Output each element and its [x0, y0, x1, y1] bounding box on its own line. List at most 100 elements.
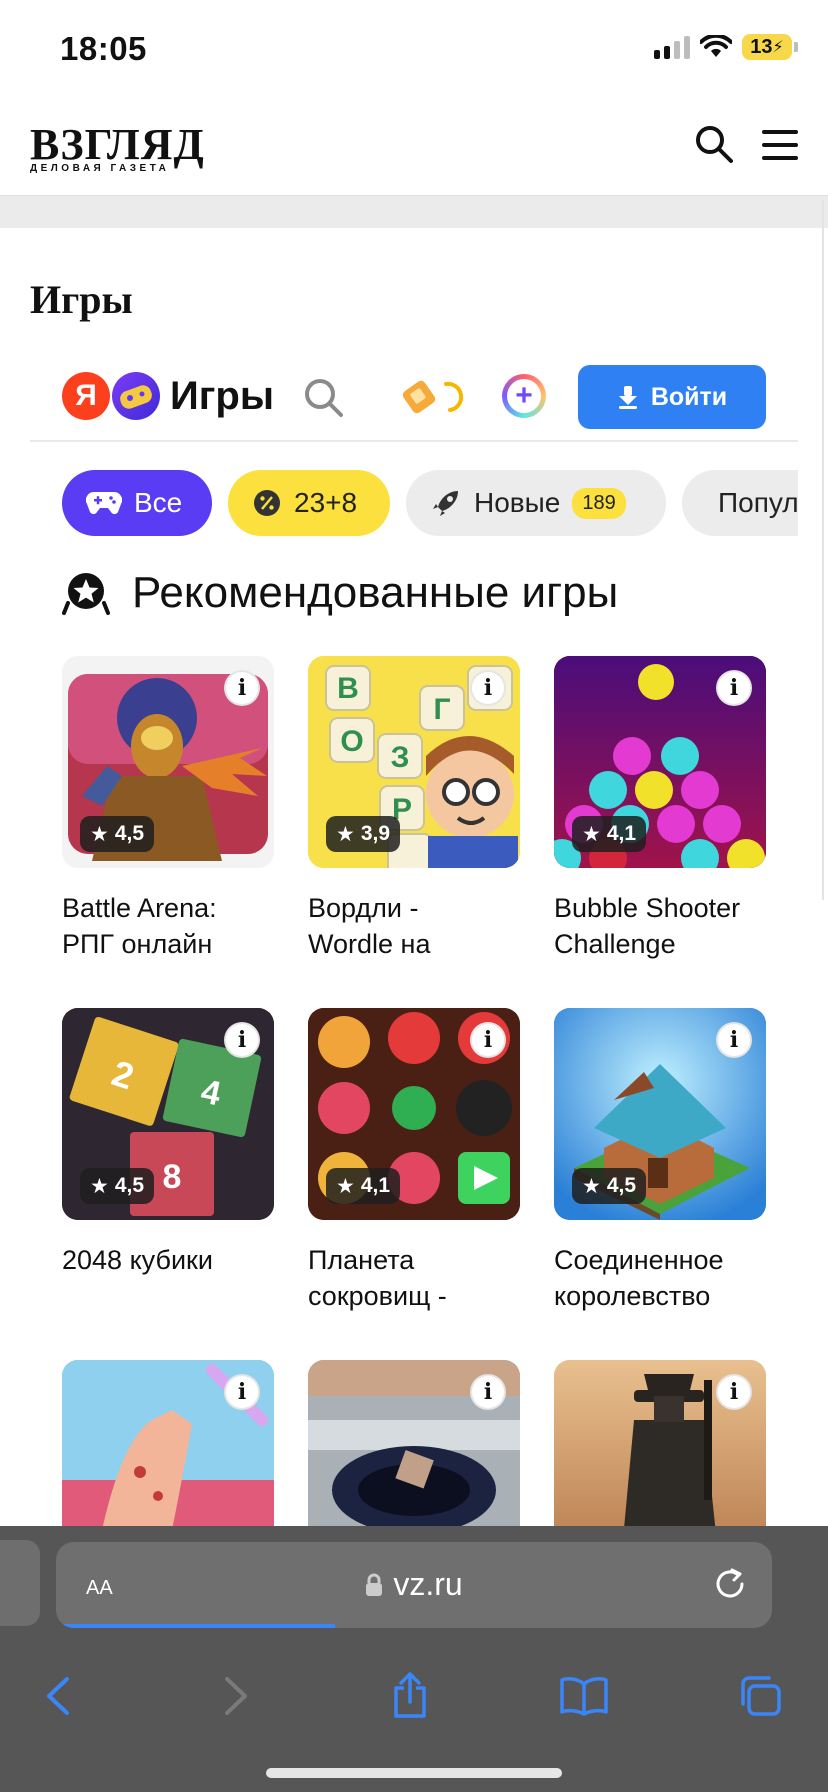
game-card[interactable]: i ★ 4,1 Планета сокровищ - [308, 1008, 520, 1314]
game-thumbnail[interactable]: ВОЗРГИ i ★3,9 [308, 656, 520, 868]
download-icon [618, 386, 637, 409]
wifi-icon [700, 35, 732, 57]
star-icon: ★ [336, 1174, 355, 1198]
game-thumbnail[interactable]: 2 4 8 i ★ 4,5 [62, 1008, 274, 1220]
chip-popular[interactable]: Популярные [682, 470, 798, 536]
yandex-plus-icon[interactable]: + [502, 374, 546, 418]
rating-badge: ★ 4,5 [572, 1168, 647, 1204]
info-icon[interactable]: i [224, 1374, 260, 1410]
yandex-games-gamepad-icon[interactable] [112, 372, 160, 420]
share-icon [394, 1672, 426, 1718]
star-badge-icon [62, 573, 110, 615]
yandex-games-brand[interactable]: Игры [170, 374, 274, 419]
url-text: vz.ru [393, 1566, 463, 1602]
plus-glyph: + [507, 379, 541, 413]
game-thumbnail[interactable]: i ★ 4,5 [554, 1008, 766, 1220]
rating-badge: ★ 3,9 [326, 816, 401, 852]
rating-value: 3,9 [360, 822, 391, 845]
chip-all[interactable]: Все [62, 470, 212, 536]
rating-value: 4,5 [114, 822, 145, 845]
site-logo[interactable]: ВЗГЛЯД ДЕЛОВАЯ ГАЗЕТА [30, 120, 205, 175]
browser-toolbar [0, 1666, 828, 1746]
games-search-icon[interactable] [302, 376, 344, 418]
tabs-icon [741, 1676, 781, 1716]
browser-bottom-bar: AA vz.ru [0, 1526, 828, 1792]
game-card[interactable]: ВОЗРГИ i ★3,9 Вордли - Wordle на [308, 656, 520, 962]
game-title[interactable]: 2048 кубики [62, 1242, 274, 1278]
gamepad-icon [86, 491, 122, 515]
svg-text:Г: Г [433, 693, 450, 726]
back-button[interactable] [28, 1666, 88, 1726]
game-thumbnail[interactable]: i ★ 4,5 [62, 656, 274, 868]
info-icon[interactable]: i [224, 670, 260, 706]
lock-icon [366, 1573, 383, 1596]
book-icon [560, 1677, 608, 1716]
header-divider-band [0, 196, 828, 228]
game-card[interactable]: i ★ 4,5 Battle Arena: РПГ онлайн [62, 656, 274, 962]
info-icon[interactable]: i [470, 670, 506, 706]
url-display[interactable]: vz.ru [56, 1566, 772, 1603]
page-title: Игры [30, 277, 133, 322]
rating-badge: ★ 4,5 [80, 1168, 155, 1204]
login-button[interactable]: Войти [578, 365, 766, 429]
new-games-count-badge: 189 [572, 487, 626, 519]
game-title[interactable]: Bubble Shooter Challenge [554, 890, 766, 962]
game-thumbnail[interactable]: i ★ 4,1 [308, 1008, 520, 1220]
section-title: Рекомендованные игры [132, 568, 619, 617]
star-icon: ★ [90, 1174, 109, 1198]
game-card[interactable]: i ★ 4,1 Bubble Shooter Challenge [554, 656, 766, 962]
info-icon[interactable]: i [716, 1022, 752, 1058]
rocket-icon [433, 491, 458, 516]
rating-value: 4,5 [114, 1174, 145, 1197]
game-thumbnail[interactable]: i ★ 4,1 [554, 656, 766, 868]
star-icon: ★ [582, 1174, 601, 1198]
info-icon[interactable]: i [470, 1374, 506, 1410]
rating-value: 4,1 [360, 1174, 391, 1197]
login-label: Войти [650, 382, 728, 411]
hamburger-menu-icon[interactable] [762, 130, 798, 160]
chip-new[interactable]: Новые 189 [406, 470, 666, 536]
chip-discounts[interactable]: 23+8 [228, 470, 390, 536]
status-time: 18:05 [60, 30, 147, 67]
reload-icon[interactable] [710, 1564, 750, 1604]
status-bar: 18:05 13 ⚡ [0, 0, 828, 100]
info-icon[interactable]: i [470, 1022, 506, 1058]
bookmarks-button[interactable] [554, 1666, 614, 1726]
star-icon: ★ [582, 822, 601, 846]
rating-badge: ★ 4,5 [80, 816, 155, 852]
info-icon[interactable]: i [716, 670, 752, 706]
info-icon[interactable]: i [716, 1374, 752, 1410]
recommended-section-header: Рекомендованные игры [62, 568, 618, 618]
cellular-signal-icon [654, 35, 690, 59]
yandex-logo[interactable]: Я [62, 372, 110, 420]
info-icon[interactable]: i [224, 1022, 260, 1058]
category-chips: Все 23+8 Новые 189 Популярные [62, 470, 798, 536]
search-icon[interactable] [694, 124, 734, 164]
game-title[interactable]: Соединенное королевство [554, 1242, 766, 1314]
logo-title: ВЗГЛЯД [30, 120, 205, 169]
rating-value: 4,5 [606, 1174, 637, 1197]
home-indicator [266, 1768, 562, 1778]
battery-level: 13 [750, 35, 773, 58]
game-card[interactable]: i ★ 4,5 Соединенное королевство [554, 1008, 766, 1314]
site-header: ВЗГЛЯД ДЕЛОВАЯ ГАЗЕТА [0, 100, 828, 196]
star-icon: ★ [90, 822, 109, 846]
battery-icon: 13 ⚡ [742, 34, 798, 60]
game-title[interactable]: Battle Arena: РПГ онлайн [62, 890, 274, 962]
page-load-progress [56, 1624, 336, 1628]
forward-button[interactable] [206, 1666, 266, 1726]
discount-badge-icon [254, 490, 280, 516]
previous-tab-preview[interactable] [0, 1540, 40, 1626]
promo-ticket-icon[interactable] [402, 376, 472, 416]
chip-discounts-label: 23+8 [294, 487, 358, 518]
game-card[interactable]: 2 4 8 i ★ 4,5 2048 кубики [62, 1008, 274, 1278]
status-icons: 13 ⚡ [654, 34, 798, 60]
tabs-button[interactable] [730, 1666, 790, 1726]
rating-badge: ★ 4,1 [572, 816, 647, 852]
game-title[interactable]: Вордли - Wordle на [308, 890, 520, 962]
share-button[interactable] [380, 1666, 440, 1726]
chevron-left-icon [47, 1677, 69, 1715]
svg-text:З: З [391, 741, 410, 774]
address-bar[interactable]: AA vz.ru [56, 1542, 772, 1628]
game-title[interactable]: Планета сокровищ - [308, 1242, 520, 1314]
